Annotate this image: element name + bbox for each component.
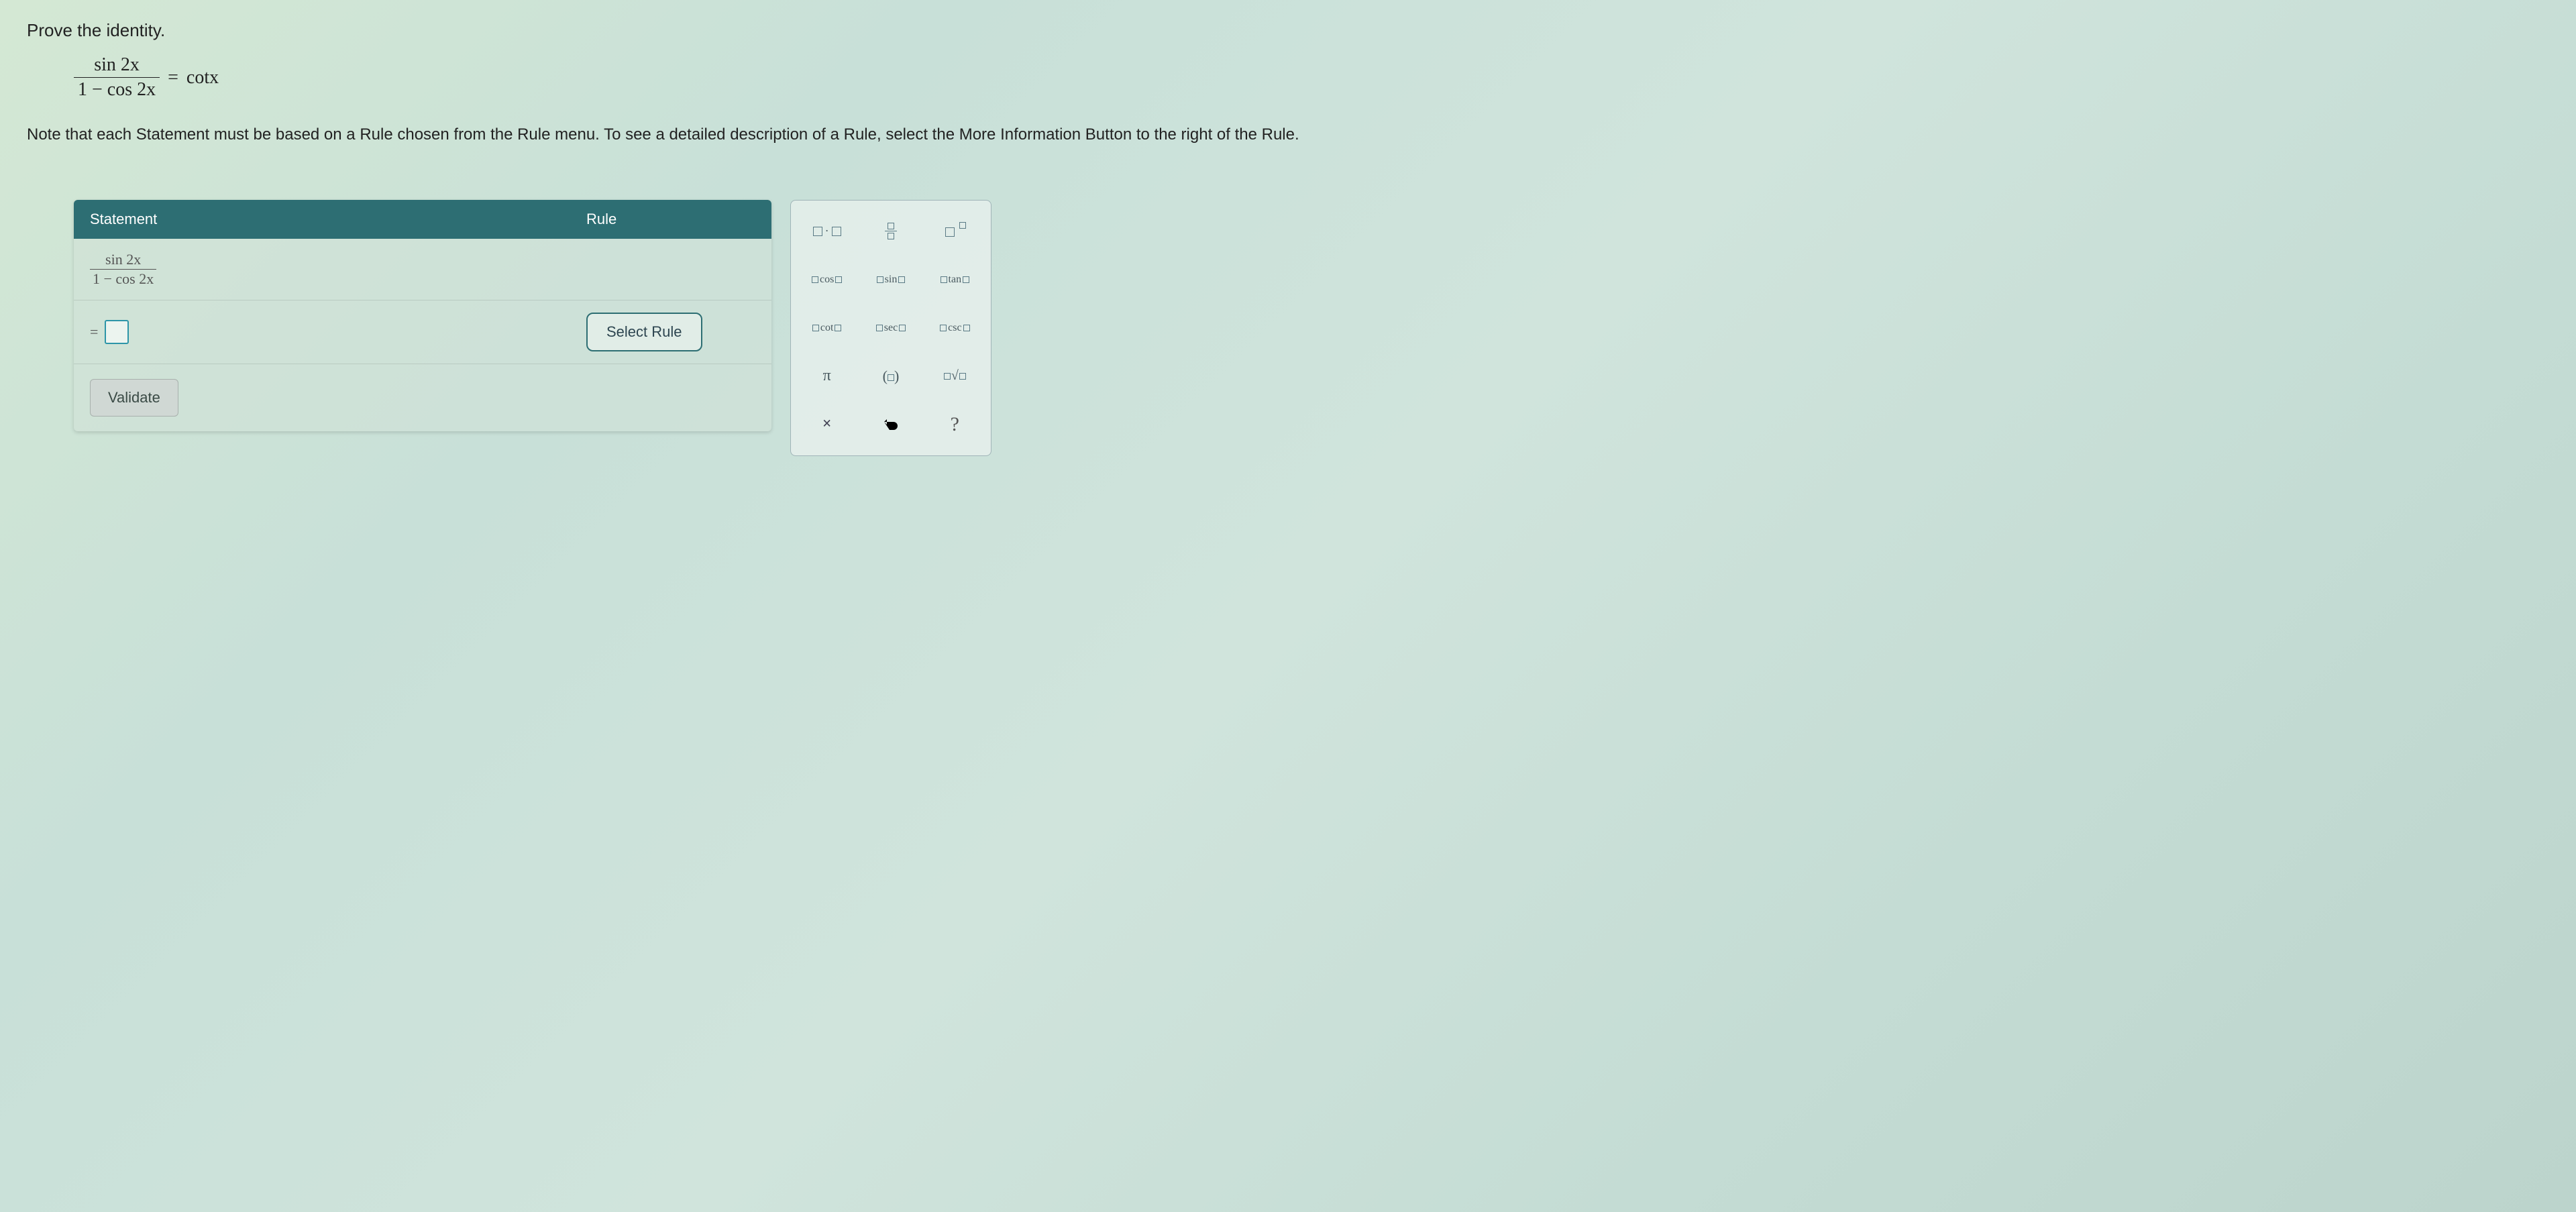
validate-button[interactable]: Validate — [90, 379, 178, 417]
palette-help[interactable]: ? — [926, 403, 984, 446]
placeholder-icon — [941, 276, 947, 283]
equation-numerator: sin 2x — [90, 54, 144, 77]
help-icon: ? — [951, 413, 959, 436]
placeholder-icon — [899, 325, 906, 331]
placeholder-icon — [888, 233, 894, 239]
panel-header: Statement Rule — [74, 200, 771, 239]
statement-input[interactable] — [105, 320, 129, 344]
validate-row: Validate — [74, 364, 771, 431]
palette-clear[interactable]: × — [798, 403, 856, 446]
instructions-note: Note that each Statement must be based o… — [27, 123, 2549, 146]
placeholder-icon — [877, 276, 883, 283]
placeholder-icon — [888, 374, 894, 381]
header-rule: Rule — [570, 200, 771, 239]
proof-row-1: sin 2x 1 − cos 2x — [74, 239, 771, 300]
identity-equation: sin 2x 1 − cos 2x = cotx — [74, 54, 219, 101]
instructions-title: Prove the identity. — [27, 20, 2549, 41]
placeholder-icon — [963, 276, 969, 283]
placeholder-icon — [832, 227, 841, 236]
placeholder-icon — [812, 325, 819, 331]
palette-sqrt[interactable]: √ — [926, 355, 984, 398]
palette-exponent[interactable] — [926, 210, 984, 253]
placeholder-icon — [812, 276, 818, 283]
instructions-block: Prove the identity. sin 2x 1 − cos 2x = … — [27, 20, 2549, 146]
undo-icon — [881, 415, 900, 434]
palette-pi[interactable]: π — [798, 355, 856, 398]
palette-parentheses[interactable]: () — [861, 355, 920, 398]
proof-row-2: = Select Rule — [74, 300, 771, 364]
placeholder-icon — [835, 325, 841, 331]
placeholder-icon — [963, 325, 970, 331]
palette-multiply[interactable]: · — [798, 210, 856, 253]
palette-sec[interactable]: sec — [861, 307, 920, 349]
rule-2: Select Rule — [570, 300, 771, 364]
statement-2: = — [74, 308, 570, 356]
placeholder-icon — [835, 276, 842, 283]
statement-1-denominator: 1 − cos 2x — [90, 269, 156, 288]
placeholder-icon — [945, 227, 955, 237]
placeholder-icon — [940, 325, 947, 331]
select-rule-button[interactable]: Select Rule — [586, 313, 702, 351]
close-icon: × — [822, 415, 832, 433]
placeholder-icon — [959, 222, 966, 229]
main-row: Statement Rule sin 2x 1 − cos 2x = Selec… — [27, 200, 2549, 456]
header-statement: Statement — [74, 200, 570, 239]
symbol-palette: · cos sin — [790, 200, 991, 456]
placeholder-icon — [888, 223, 894, 229]
placeholder-icon — [959, 373, 966, 380]
statement-2-equals: = — [90, 323, 98, 341]
equation-rhs: cotx — [186, 67, 219, 89]
statement-1-fraction: sin 2x 1 − cos 2x — [90, 251, 156, 288]
placeholder-icon — [898, 276, 905, 283]
palette-cos[interactable]: cos — [798, 258, 856, 301]
placeholder-icon — [944, 373, 951, 380]
equation-denominator: 1 − cos 2x — [74, 77, 160, 101]
palette-tan[interactable]: tan — [926, 258, 984, 301]
proof-panel: Statement Rule sin 2x 1 − cos 2x = Selec… — [74, 200, 771, 431]
palette-cot[interactable]: cot — [798, 307, 856, 349]
palette-undo[interactable] — [861, 403, 920, 446]
statement-1-numerator: sin 2x — [103, 251, 144, 269]
placeholder-icon — [813, 227, 822, 236]
palette-sin[interactable]: sin — [861, 258, 920, 301]
palette-csc[interactable]: csc — [926, 307, 984, 349]
statement-1: sin 2x 1 − cos 2x — [74, 239, 570, 300]
equation-lhs-fraction: sin 2x 1 − cos 2x — [74, 54, 160, 101]
equation-equals: = — [168, 67, 178, 89]
placeholder-icon — [876, 325, 883, 331]
palette-fraction[interactable] — [861, 210, 920, 253]
rule-1 — [570, 257, 771, 281]
